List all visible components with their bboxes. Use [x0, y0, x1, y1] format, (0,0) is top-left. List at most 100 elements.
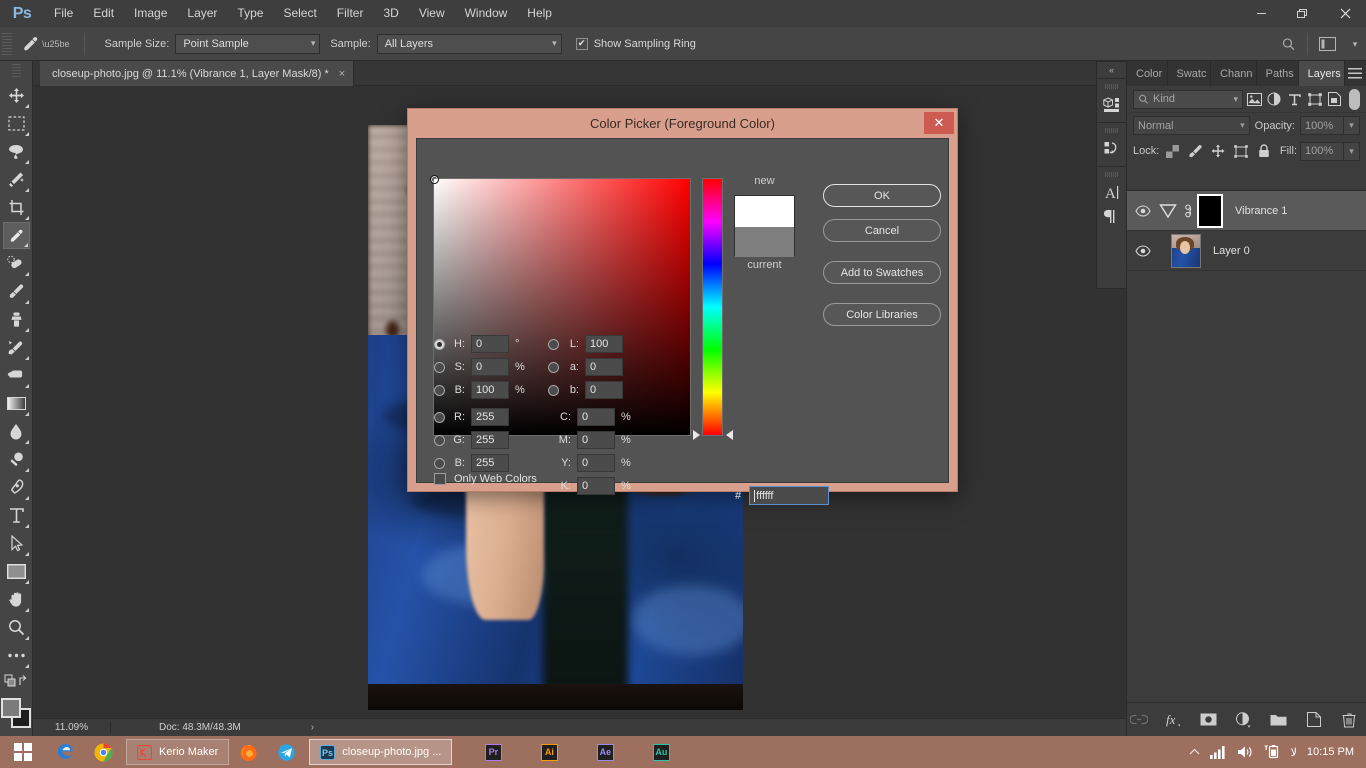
taskbar-adobe-ae-icon[interactable]: Ae	[586, 736, 624, 768]
dock-grip[interactable]	[1104, 172, 1119, 177]
telegram-icon[interactable]	[267, 736, 305, 768]
blend-mode-select[interactable]: Normal ▾	[1133, 116, 1250, 135]
layer-thumbnail[interactable]	[1171, 233, 1201, 268]
battery-icon[interactable]	[1264, 745, 1281, 759]
pen-tool[interactable]	[3, 474, 30, 501]
black-input[interactable]: 0	[577, 477, 615, 495]
menu-help[interactable]: Help	[517, 0, 562, 27]
saturation-radio[interactable]	[434, 361, 445, 373]
new-group-icon[interactable]	[1269, 710, 1289, 730]
chevron-down-icon[interactable]: ▾	[1344, 27, 1366, 61]
tools-panel-grip[interactable]	[11, 64, 21, 78]
red-radio[interactable]	[434, 411, 445, 423]
color-picker-dialog[interactable]: Color Picker (Foreground Color) ✕ new cu…	[407, 108, 958, 505]
lock-artboard-icon[interactable]	[1231, 141, 1251, 161]
windows-start-icon[interactable]	[0, 736, 46, 768]
tab-swatc[interactable]: Swatc	[1168, 61, 1212, 86]
clock[interactable]: 10:15 PM	[1307, 746, 1354, 758]
lab-a-radio[interactable]	[548, 361, 559, 373]
workspace-icon[interactable]	[1310, 27, 1344, 61]
menu-type[interactable]: Type	[227, 0, 273, 27]
magenta-input[interactable]: 0	[577, 431, 615, 449]
red-field-row[interactable]: R: 255	[434, 408, 509, 426]
fill-field[interactable]: 100% ▾	[1300, 141, 1360, 161]
lab-b-radio[interactable]	[548, 384, 559, 396]
layer-mask-thumbnail[interactable]	[1197, 193, 1223, 228]
foreground-color-swatch[interactable]	[1, 698, 21, 718]
tool-preset-chevron-down-icon[interactable]: \u25be	[42, 39, 70, 49]
collapse-panels-icon[interactable]: «	[1097, 62, 1126, 78]
maximize-button[interactable]	[1282, 0, 1324, 27]
sample-select[interactable]: All Layers ▾	[376, 33, 562, 54]
new-layer-icon[interactable]	[1304, 710, 1324, 730]
network-signal-icon[interactable]	[1209, 745, 1227, 759]
filter-toggle[interactable]	[1348, 88, 1361, 110]
lab-l-input[interactable]: 100	[585, 335, 623, 353]
yellow-input[interactable]: 0	[577, 454, 615, 472]
add-to-swatches-button[interactable]: Add to Swatches	[823, 261, 941, 284]
cancel-button[interactable]: Cancel	[823, 219, 941, 242]
green-radio[interactable]	[434, 434, 445, 446]
document-tab[interactable]: closeup-photo.jpg @ 11.1% (Vibrance 1, L…	[40, 61, 355, 86]
taskbar-adobe-ai-icon[interactable]: Ai	[530, 736, 568, 768]
link-layers-icon[interactable]	[1129, 710, 1149, 730]
lab-l-field-row[interactable]: L: 100	[548, 335, 623, 353]
taskbar-app-photoshop[interactable]: Ps closeup-photo.jpg ...	[309, 739, 453, 765]
status-bar-menu-arrow-icon[interactable]: ›	[311, 722, 314, 733]
dialog-title-bar[interactable]: Color Picker (Foreground Color) ✕	[408, 109, 957, 137]
clone-stamp-tool[interactable]	[3, 306, 30, 333]
show-sampling-ring-checkbox[interactable]: Show Sampling Ring	[575, 37, 696, 50]
taskbar-app-kerio-maker[interactable]: Kerio Maker	[126, 739, 230, 765]
minimize-button[interactable]	[1240, 0, 1282, 27]
rectangle-tool[interactable]	[3, 558, 30, 585]
menu-image[interactable]: Image	[124, 0, 177, 27]
delete-layer-icon[interactable]	[1339, 710, 1359, 730]
red-input[interactable]: 255	[471, 408, 509, 426]
filter-shape-icon[interactable]	[1305, 89, 1323, 110]
opacity-field[interactable]: 100% ▾	[1300, 116, 1360, 135]
edge-browser-icon[interactable]	[46, 736, 84, 768]
green-input[interactable]: 255	[471, 431, 509, 449]
zoom-level[interactable]: 11.09%	[33, 722, 111, 733]
hex-field-row[interactable]: # ffffff	[735, 486, 830, 505]
show-hidden-icons-icon[interactable]	[1189, 748, 1200, 756]
brightness-radio[interactable]	[434, 384, 445, 396]
dialog-close-button[interactable]: ✕	[924, 112, 954, 134]
eyedropper-tool[interactable]	[2, 222, 30, 249]
ok-button[interactable]: OK	[823, 184, 941, 207]
lab-a-field-row[interactable]: a: 0	[548, 358, 623, 376]
tab-paths[interactable]: Paths	[1257, 61, 1299, 86]
dodge-tool[interactable]	[3, 446, 30, 473]
hue-slider-handle-right[interactable]	[726, 430, 733, 440]
blur-tool[interactable]	[3, 418, 30, 445]
menu-layer[interactable]: Layer	[177, 0, 227, 27]
hue-input[interactable]: 0	[471, 335, 509, 353]
lab-a-input[interactable]: 0	[585, 358, 623, 376]
panel-menu-icon[interactable]	[1345, 61, 1366, 86]
cyan-field-row[interactable]: C: 0 %	[557, 408, 631, 426]
crop-tool[interactable]	[3, 194, 30, 221]
saturation-field-row[interactable]: S: 0 %	[434, 358, 525, 376]
chevron-down-icon[interactable]: ▾	[1344, 141, 1360, 161]
new-color-swatch[interactable]	[735, 196, 794, 227]
lock-all-icon[interactable]	[1254, 141, 1274, 161]
layer-mask-link-icon[interactable]	[1181, 203, 1197, 219]
black-field-row[interactable]: K: 0 %	[557, 477, 631, 495]
layer-visibility-icon[interactable]	[1131, 244, 1155, 257]
tab-layers[interactable]: Layers	[1298, 61, 1345, 86]
swap-default-colors[interactable]	[3, 670, 30, 692]
volume-icon[interactable]	[1237, 745, 1254, 759]
lab-b-field-row[interactable]: b: 0	[548, 381, 623, 399]
hue-radio[interactable]	[434, 338, 445, 350]
chrome-browser-icon[interactable]	[84, 736, 122, 768]
lasso-tool[interactable]	[3, 138, 30, 165]
add-layer-mask-icon[interactable]	[1199, 710, 1219, 730]
layer-name[interactable]: Vibrance 1	[1235, 205, 1287, 217]
layer-visibility-icon[interactable]	[1131, 204, 1155, 217]
eraser-tool[interactable]	[3, 362, 30, 389]
cyan-input[interactable]: 0	[577, 408, 615, 426]
brightness-input[interactable]: 100	[471, 381, 509, 399]
lock-position-icon[interactable]	[1208, 141, 1228, 161]
hex-input[interactable]: ffffff	[749, 486, 830, 505]
filter-smart-object-icon[interactable]	[1326, 89, 1344, 110]
